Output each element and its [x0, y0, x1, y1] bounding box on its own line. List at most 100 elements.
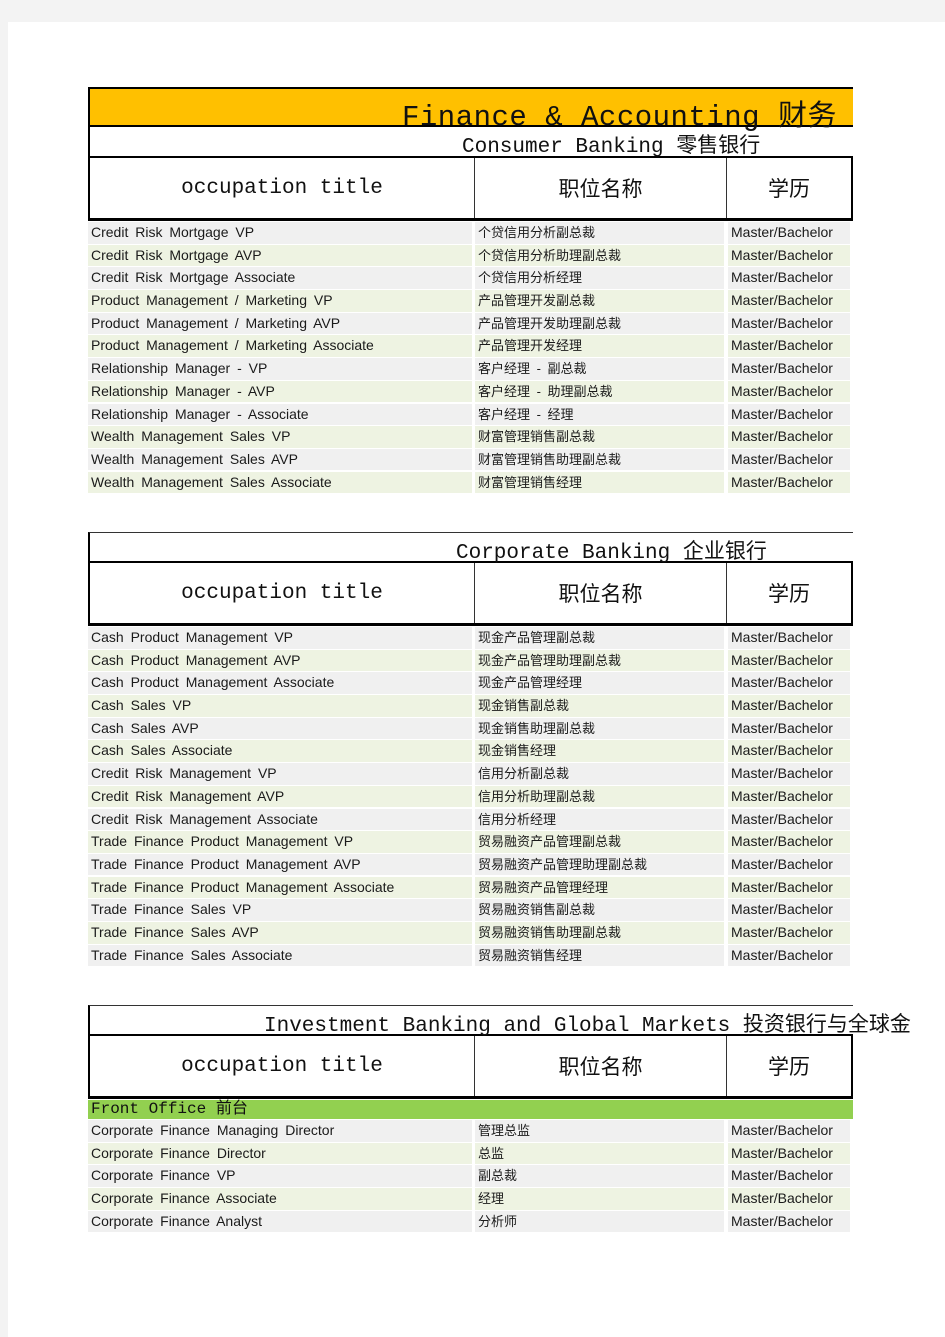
cell-position-name: 客户经理 - 助理副总裁 — [475, 380, 724, 403]
cell-education: Master/Bachelor — [728, 763, 850, 785]
table-row: Cash Product Management AVP 现金产品管理助理副总裁 Ma… — [88, 649, 853, 672]
cell-education: Master/Bachelor — [728, 222, 850, 244]
cell-position-name: 现金销售经理 — [475, 740, 724, 763]
cell-education: Master/Bachelor — [728, 899, 850, 921]
header-education: 学历 — [768, 582, 810, 606]
group-label-front-office: Front Office 前台 — [88, 1100, 853, 1119]
table-row: Trade Finance Sales VP 贸易融资销售副总裁 Master/Ba… — [88, 899, 853, 921]
table-row: Credit Risk Management VP 信用分析副总裁 Master/B… — [88, 763, 853, 785]
cell-position-name: 贸易融资产品管理经理 — [475, 876, 724, 899]
table-body: Corporate Finance Managing Director 管理总监 M… — [88, 1120, 853, 1233]
cell-position-name: 个贷信用分析助理副总裁 — [475, 244, 724, 267]
cell-education: Master/Bachelor — [728, 290, 850, 312]
header-occupation-title: occupation title — [90, 1036, 475, 1096]
cell-education: Master/Bachelor — [728, 448, 850, 471]
cell-education: Master/Bachelor — [728, 627, 850, 649]
cell-occupation-title: Trade Finance Product Management VP — [88, 831, 472, 853]
cell-education: Master/Bachelor — [728, 1142, 850, 1165]
cell-occupation-title: Credit Risk Mortgage AVP — [88, 244, 472, 267]
table-row: Wealth Management Sales VP 财富管理销售副总裁 Maste… — [88, 426, 853, 448]
cell-position-name: 现金销售助理副总裁 — [475, 717, 724, 740]
cell-education: Master/Bachelor — [728, 335, 850, 358]
cell-occupation-title: Trade Finance Product Management AVP — [88, 853, 472, 876]
cell-occupation-title: Corporate Finance Managing Director — [88, 1120, 472, 1142]
consumer-banking-table: Finance & Accounting 财务 Consumer Banking… — [88, 87, 853, 494]
cell-occupation-title: Corporate Finance Associate — [88, 1188, 472, 1210]
cell-position-name: 总监 — [475, 1142, 724, 1165]
cell-education: Master/Bachelor — [728, 808, 850, 831]
cell-position-name: 管理总监 — [475, 1120, 724, 1142]
table-row: Product Management / Marketing AVP 产品管理开发… — [88, 312, 853, 335]
table-row: Credit Risk Mortgage Associate 个贷信用分析经理 Ma… — [88, 267, 853, 289]
cell-occupation-title: Wealth Management Sales AVP — [88, 448, 472, 471]
cell-position-name: 贸易融资销售副总裁 — [475, 899, 724, 921]
cell-position-name: 贸易融资产品管理助理副总裁 — [475, 853, 724, 876]
cell-occupation-title: Corporate Finance Analyst — [88, 1210, 472, 1233]
cell-occupation-title: Trade Finance Sales AVP — [88, 921, 472, 944]
cell-position-name: 经理 — [475, 1188, 724, 1210]
cell-education: Master/Bachelor — [728, 267, 850, 289]
cell-education: Master/Bachelor — [728, 831, 850, 853]
cell-occupation-title: Cash Product Management Associate — [88, 672, 472, 694]
cell-occupation-title: Product Management / Marketing Associate — [88, 335, 472, 358]
header-education: 学历 — [768, 1055, 810, 1079]
cell-education: Master/Bachelor — [728, 921, 850, 944]
table-row: Trade Finance Sales AVP 贸易融资销售助理副总裁 Master… — [88, 921, 853, 944]
cell-position-name: 财富管理销售助理副总裁 — [475, 448, 724, 471]
table-row: Corporate Finance Associate 经理 Master/Bach… — [88, 1188, 853, 1210]
table-row: Corporate Finance Managing Director 管理总监 M… — [88, 1120, 853, 1142]
cell-occupation-title: Corporate Finance Director — [88, 1142, 472, 1165]
table-row: Credit Risk Management Associate 信用分析经理 Ma… — [88, 808, 853, 831]
table-row: Wealth Management Sales AVP 财富管理销售助理副总裁 Ma… — [88, 448, 853, 471]
cell-education: Master/Bachelor — [728, 312, 850, 335]
cell-position-name: 贸易融资销售经理 — [475, 944, 724, 967]
cell-position-name: 现金产品管理助理副总裁 — [475, 649, 724, 672]
cell-education: Master/Bachelor — [728, 358, 850, 380]
table-row: Cash Sales Associate 现金销售经理 Master/Bachelo… — [88, 740, 853, 763]
cell-position-name: 产品管理开发助理副总裁 — [475, 312, 724, 335]
header-occupation-title: occupation title — [90, 158, 475, 218]
column-header-row: occupation title 职位名称 学历 — [88, 563, 853, 626]
cell-occupation-title: Wealth Management Sales Associate — [88, 471, 472, 494]
table-row: Product Management / Marketing Associate… — [88, 335, 853, 358]
cell-occupation-title: Relationship Manager - AVP — [88, 380, 472, 403]
cell-education: Master/Bachelor — [728, 740, 850, 763]
table-body: Cash Product Management VP 现金产品管理副总裁 Maste… — [88, 627, 853, 967]
section-title: Corporate Banking 企业银行 — [456, 542, 767, 565]
cell-occupation-title: Credit Risk Mortgage VP — [88, 222, 472, 244]
table-body: Credit Risk Mortgage VP 个贷信用分析副总裁 Master/B… — [88, 222, 853, 494]
table-row: Cash Sales VP 现金销售副总裁 Master/Bachelor — [88, 695, 853, 717]
cell-occupation-title: Cash Product Management VP — [88, 627, 472, 649]
cell-occupation-title: Trade Finance Sales VP — [88, 899, 472, 921]
table-row: Relationship Manager - AVP 客户经理 - 助理副总裁 Ma… — [88, 380, 853, 403]
table-row: Trade Finance Product Management VP 贸易融资产… — [88, 831, 853, 853]
cell-occupation-title: Relationship Manager - VP — [88, 358, 472, 380]
cell-occupation-title: Cash Product Management AVP — [88, 649, 472, 672]
cell-occupation-title: Product Management / Marketing AVP — [88, 312, 472, 335]
investment-banking-table: Investment Banking and Global Markets 投资… — [88, 1005, 911, 1233]
section-title: Investment Banking and Global Markets 投资… — [264, 1015, 911, 1038]
table-row: Corporate Finance VP 副总裁 Master/Bachelor — [88, 1165, 853, 1187]
cell-education: Master/Bachelor — [728, 244, 850, 267]
header-position-name: 职位名称 — [475, 563, 727, 623]
table-row: Relationship Manager - Associate 客户经理 - 经… — [88, 403, 853, 426]
cell-occupation-title: Product Management / Marketing VP — [88, 290, 472, 312]
cell-education: Master/Bachelor — [728, 695, 850, 717]
cell-position-name: 现金产品管理经理 — [475, 672, 724, 694]
table-row: Cash Sales AVP 现金销售助理副总裁 Master/Bachelor — [88, 717, 853, 740]
cell-occupation-title: Trade Finance Product Management Associa… — [88, 876, 472, 899]
cell-position-name: 现金销售副总裁 — [475, 695, 724, 717]
cell-position-name: 个贷信用分析经理 — [475, 267, 724, 289]
cell-education: Master/Bachelor — [728, 1188, 850, 1210]
cell-occupation-title: Corporate Finance VP — [88, 1165, 472, 1187]
cell-position-name: 财富管理销售副总裁 — [475, 426, 724, 448]
cell-occupation-title: Relationship Manager - Associate — [88, 403, 472, 426]
table-row: Relationship Manager - VP 客户经理 - 副总裁 Maste… — [88, 358, 853, 380]
section-title-row: Investment Banking and Global Markets 投资… — [88, 1005, 911, 1038]
cell-education: Master/Bachelor — [728, 672, 850, 694]
cell-occupation-title: Credit Risk Management VP — [88, 763, 472, 785]
cell-education: Master/Bachelor — [728, 944, 850, 967]
table-row: Credit Risk Management AVP 信用分析助理副总裁 Maste… — [88, 785, 853, 808]
table-row: Corporate Finance Analyst 分析师 Master/Bache… — [88, 1210, 853, 1233]
cell-education: Master/Bachelor — [728, 1165, 850, 1187]
